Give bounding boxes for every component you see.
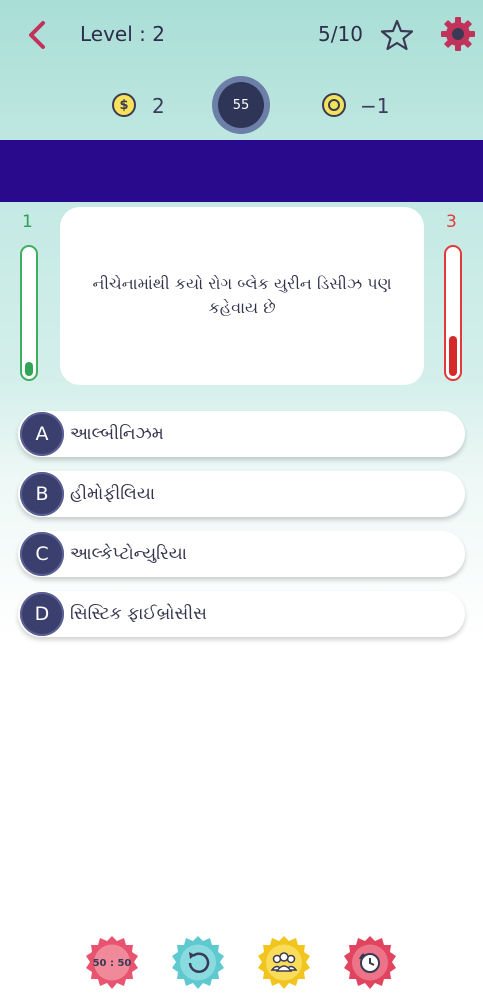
option-letter: C — [20, 532, 64, 576]
flip-question-button[interactable] — [170, 935, 226, 991]
correct-progress-fill — [25, 362, 33, 376]
level-label: Level : 2 — [80, 22, 165, 46]
settings-button[interactable] — [438, 14, 478, 54]
wrong-progress-fill — [449, 336, 457, 376]
option-text: હીમોફીલિયા — [70, 484, 155, 504]
time-rewind-button[interactable] — [342, 935, 398, 991]
option-text: સિસ્ટિક ફાઈબ્રોસીસ — [70, 604, 207, 624]
question-card: નીચેનામાંથી કયો રોગ બ્લેક યુરીન ડિસીઝ પણ… — [60, 207, 424, 385]
flip-question-icon — [172, 936, 224, 989]
wrong-progress-bar — [444, 245, 462, 381]
correct-progress-bar — [20, 245, 38, 381]
countdown-timer: 55 — [212, 76, 270, 134]
favorite-button[interactable] — [380, 18, 414, 52]
audience-poll-button[interactable] — [256, 935, 312, 991]
back-button[interactable] — [22, 18, 52, 52]
option-c[interactable]: C આલ્કેપ્ટોન્યુરિયા — [18, 531, 465, 577]
fifty-fifty-label: 50 : 50 — [92, 957, 132, 969]
chevron-left-icon — [29, 21, 45, 49]
option-letter: A — [20, 412, 64, 456]
gear-icon — [441, 17, 475, 51]
question-progress: 5/10 — [318, 22, 363, 46]
timer-value: 55 — [218, 82, 264, 128]
coin-count: 2 — [152, 94, 165, 118]
option-d[interactable]: D સિસ્ટિક ફાઈબ્રોસીસ — [18, 591, 465, 637]
coin-icon: $ — [112, 93, 136, 117]
fifty-fifty-button[interactable]: 50 : 50 — [84, 935, 140, 991]
top-bar: Level : 2 5/10 — [0, 0, 483, 68]
option-text: આલ્બીનિઝમ — [70, 424, 164, 444]
option-text: આલ્કેપ્ટોન્યુરિયા — [70, 544, 187, 564]
option-a[interactable]: A આલ્બીનિઝમ — [18, 411, 465, 457]
option-b[interactable]: B હીમોફીલિયા — [18, 471, 465, 517]
option-letter: D — [20, 592, 64, 636]
score-coin-icon — [322, 93, 346, 117]
question-text: નીચેનામાંથી કયો રોગ બ્લેક યુરીન ડિસીઝ પણ… — [92, 274, 392, 317]
wrong-count: 3 — [446, 212, 457, 232]
score-value: −1 — [360, 94, 390, 118]
option-letter: B — [20, 472, 64, 516]
time-rewind-icon — [344, 936, 396, 989]
audience-poll-icon — [258, 936, 310, 989]
star-icon — [380, 19, 414, 51]
correct-count: 1 — [22, 212, 33, 232]
ad-banner — [0, 140, 483, 202]
